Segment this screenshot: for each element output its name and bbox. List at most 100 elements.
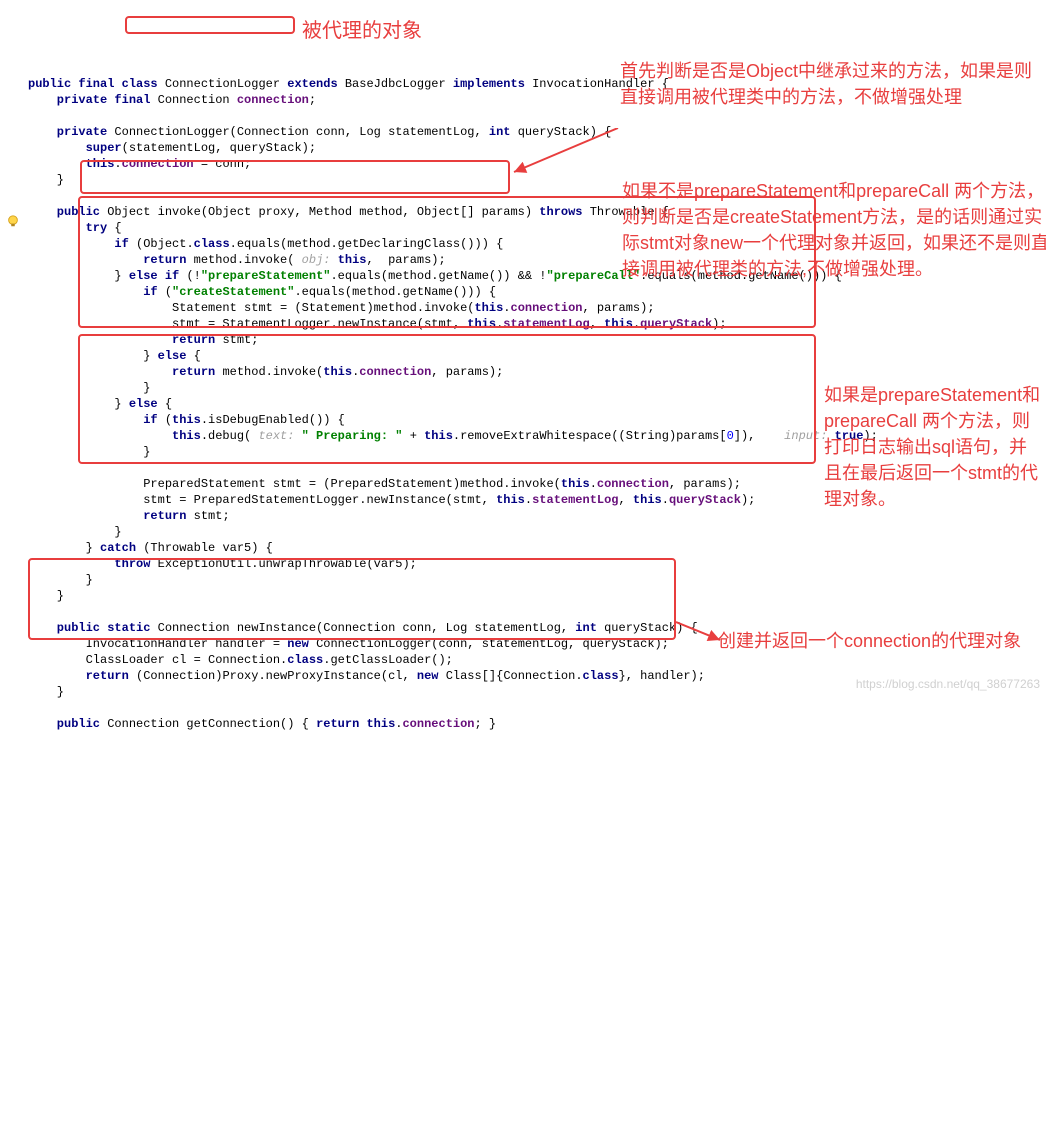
kw: new (287, 637, 316, 651)
field: statementLog (532, 493, 618, 507)
kw: public final class (28, 77, 165, 91)
t: . (395, 717, 402, 731)
kw: this (467, 317, 496, 331)
kw: this (28, 157, 114, 171)
t: } (28, 269, 129, 283)
kw: else if (129, 269, 187, 283)
t: queryStack) { (518, 125, 612, 139)
kw: else (158, 349, 194, 363)
t: (Connection)Proxy.newProxyInstance(cl, (136, 669, 417, 683)
t: + (410, 429, 424, 443)
t: ); (741, 493, 755, 507)
kw: private (28, 125, 114, 139)
t: , params); (367, 253, 446, 267)
t: .removeExtraWhitespace((String)params[ (453, 429, 727, 443)
t: InvocationHandler handler = (28, 637, 287, 651)
kw: this (424, 429, 453, 443)
kw: class (194, 237, 230, 251)
kw: class (583, 669, 619, 683)
t: ExceptionUtil.unwrapThrowable(var5); (158, 557, 417, 571)
t: method.invoke( (222, 365, 323, 379)
field: queryStack (669, 493, 741, 507)
kw: this (561, 477, 590, 491)
kw: if (28, 413, 165, 427)
kw: this (28, 429, 201, 443)
kw: this (474, 301, 503, 315)
t: (! (186, 269, 200, 283)
kw: this (323, 365, 352, 379)
t: { (165, 397, 172, 411)
string: "createStatement" (172, 285, 294, 299)
kw: throws (539, 205, 589, 219)
kw: class (287, 653, 323, 667)
t: stmt; (222, 333, 258, 347)
field: statementLog (503, 317, 589, 331)
t: } (28, 589, 64, 603)
t: stmt; (194, 509, 230, 523)
t: ClassLoader cl = Connection. (28, 653, 287, 667)
kw: super (28, 141, 122, 155)
kw: implements (453, 77, 532, 91)
kw: return (28, 253, 194, 267)
number: 0 (727, 429, 734, 443)
annotation-text-5: 创建并返回一个connection的代理对象 (718, 628, 1038, 654)
t: ]), (734, 429, 763, 443)
kw: extends (287, 77, 345, 91)
t: queryStack) { (604, 621, 698, 635)
t: .equals(method.getDeclaringClass())) { (230, 237, 504, 251)
kw: int (575, 621, 604, 635)
kw: return (28, 333, 222, 347)
kw: this (496, 493, 525, 507)
kw: private final (28, 93, 158, 107)
t: .equals(method.getName()) && ! (330, 269, 546, 283)
t: , params); (669, 477, 741, 491)
t: { (114, 221, 121, 235)
kw: if (28, 237, 136, 251)
kw: public (28, 717, 107, 731)
t: ConnectionLogger(conn, statementLog, que… (316, 637, 669, 651)
kw: public (28, 205, 107, 219)
t: (Throwable var5) { (143, 541, 273, 555)
string: "prepareStatement" (201, 269, 331, 283)
kw: return (28, 509, 194, 523)
t: . (525, 493, 532, 507)
t: stmt = PreparedStatementLogger.newInstan… (28, 493, 496, 507)
field: connection (597, 477, 669, 491)
string: " Preparing: " (302, 429, 410, 443)
t: (Object. (136, 237, 194, 251)
t: Connection (158, 93, 237, 107)
field: connection (359, 365, 431, 379)
t: Connection newInstance(Connection conn, … (158, 621, 576, 635)
t: . (503, 301, 510, 315)
annotation-text-1: 被代理的对象 (302, 18, 502, 44)
t: ; } (475, 717, 497, 731)
t: (statementLog, queryStack); (122, 141, 316, 155)
t: . (114, 157, 121, 171)
kw: try (28, 221, 114, 235)
kw: int (489, 125, 518, 139)
t: Connection getConnection() { (107, 717, 316, 731)
t: ( (165, 413, 172, 427)
annotation-text-3: 如果不是prepareStatement和prepareCall 两个方法，则判… (622, 178, 1046, 282)
t: } (28, 173, 64, 187)
t: } (28, 381, 150, 395)
t: BaseJdbcLogger (345, 77, 453, 91)
t: PreparedStatement stmt = (PreparedStatem… (28, 477, 561, 491)
kw: this (338, 253, 367, 267)
watermark: https://blog.csdn.net/qq_38677263 (856, 677, 1040, 691)
kw: this (604, 317, 633, 331)
t: ConnectionLogger (165, 77, 287, 91)
t: }, handler); (619, 669, 705, 683)
t: , params); (583, 301, 655, 315)
field: connection (511, 301, 583, 315)
t: Object invoke(Object proxy, Method metho… (107, 205, 539, 219)
inline-hint: obj: (302, 253, 338, 267)
t: , params); (431, 365, 503, 379)
kw: return this (316, 717, 395, 731)
annotation-box-1 (125, 16, 295, 34)
kw: new (417, 669, 446, 683)
intention-bulb-icon[interactable] (6, 214, 20, 228)
t: .getClassLoader(); (323, 653, 453, 667)
t: .debug( (201, 429, 259, 443)
kw: catch (100, 541, 143, 555)
